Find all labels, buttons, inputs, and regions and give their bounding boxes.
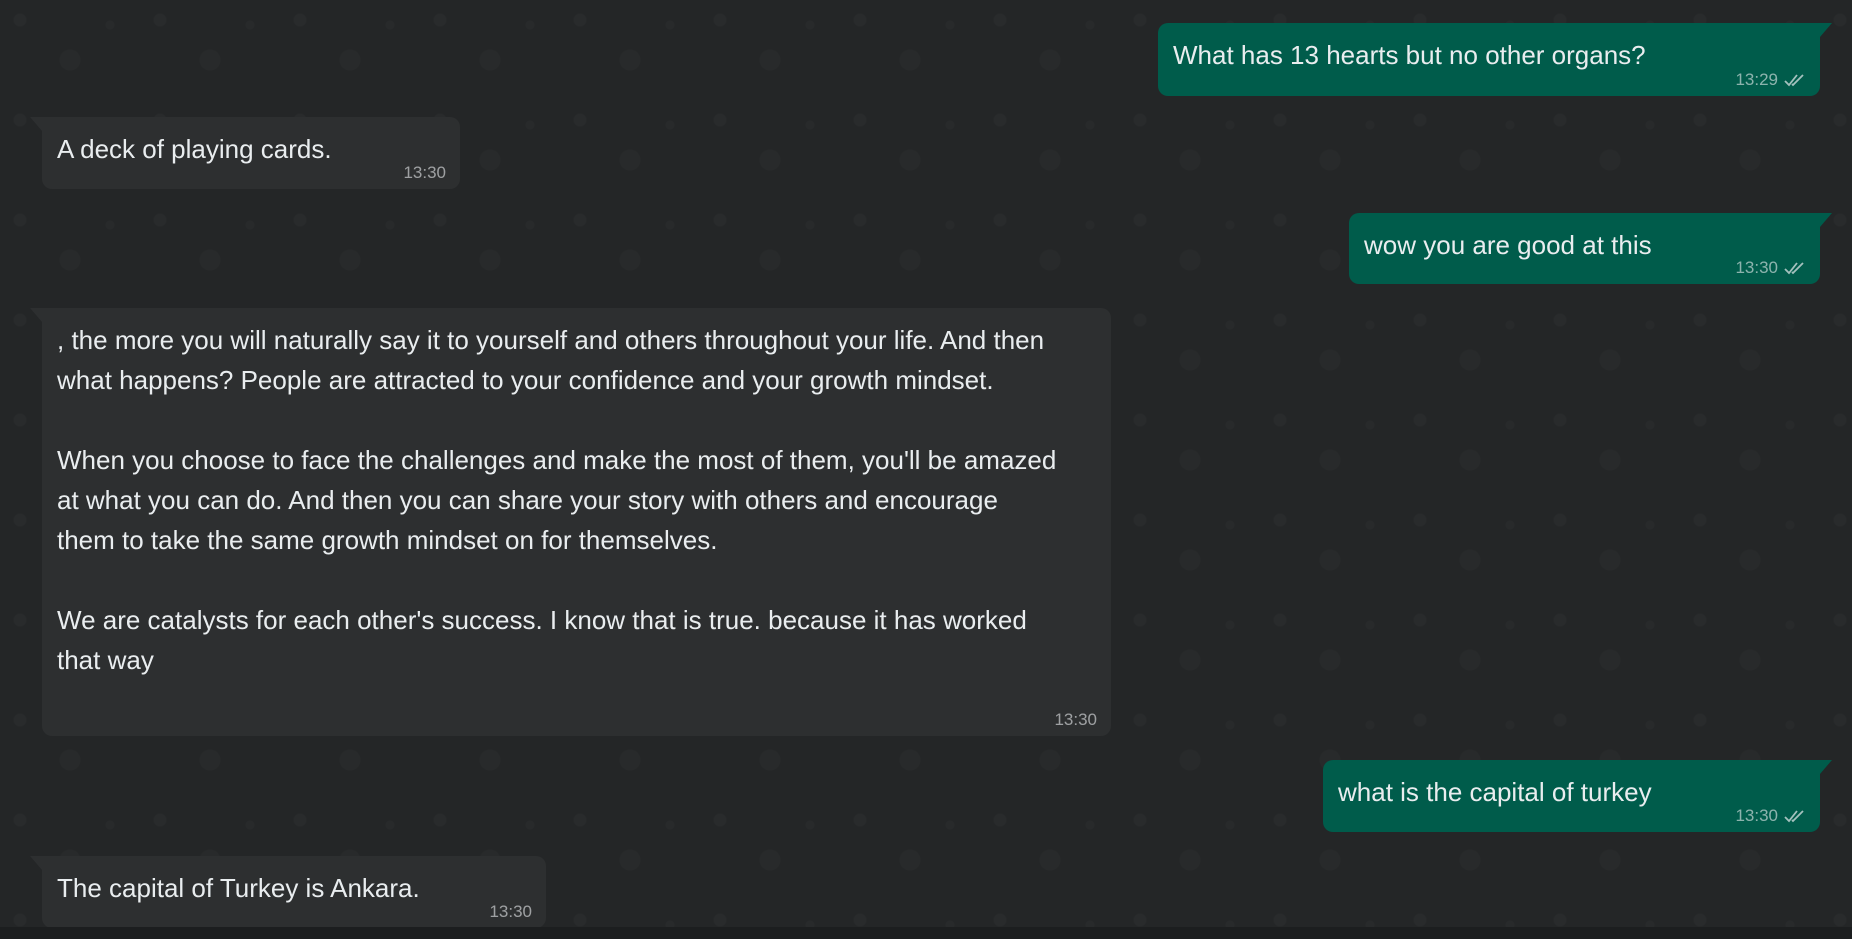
message-outgoing[interactable]: What has 13 hearts but no other organs? … <box>1158 23 1832 96</box>
message-time: 13:30 <box>1735 258 1778 277</box>
message-text: wow you are good at this <box>1364 230 1652 260</box>
message-text: What has 13 hearts but no other organs? <box>1173 40 1646 70</box>
message-time: 13:30 <box>1735 806 1778 825</box>
composer-edge <box>0 927 1852 939</box>
message-incoming[interactable]: The capital of Turkey is Ankara. 13:30 <box>30 856 546 928</box>
message-outgoing[interactable]: what is the capital of turkey 13:30 <box>1323 760 1832 832</box>
message-text: , the more you will naturally say it to … <box>57 325 1057 675</box>
message-incoming[interactable]: A deck of playing cards. 13:30 <box>30 117 460 189</box>
read-double-check-icon <box>1784 74 1804 87</box>
message-outgoing[interactable]: wow you are good at this 13:30 <box>1349 213 1832 284</box>
message-meta: 13:30 <box>1735 806 1806 826</box>
message-meta: 13:30 <box>1054 710 1097 730</box>
message-text: what is the capital of turkey <box>1338 777 1652 807</box>
message-incoming[interactable]: , the more you will naturally say it to … <box>30 308 1111 736</box>
message-text: The capital of Turkey is Ankara. <box>57 873 420 903</box>
message-time: 13:30 <box>403 163 446 182</box>
read-double-check-icon <box>1784 262 1804 275</box>
message-time: 13:30 <box>489 902 532 921</box>
read-double-check-icon <box>1784 810 1804 823</box>
message-text: A deck of playing cards. <box>57 134 332 164</box>
message-meta: 13:30 <box>1735 258 1806 278</box>
message-time: 13:30 <box>1054 710 1097 729</box>
message-meta: 13:29 <box>1735 70 1806 90</box>
message-time: 13:29 <box>1735 70 1778 89</box>
message-meta: 13:30 <box>403 163 446 183</box>
chat-conversation-pane[interactable]: What has 13 hearts but no other organs? … <box>0 0 1852 939</box>
message-meta: 13:30 <box>489 902 532 922</box>
